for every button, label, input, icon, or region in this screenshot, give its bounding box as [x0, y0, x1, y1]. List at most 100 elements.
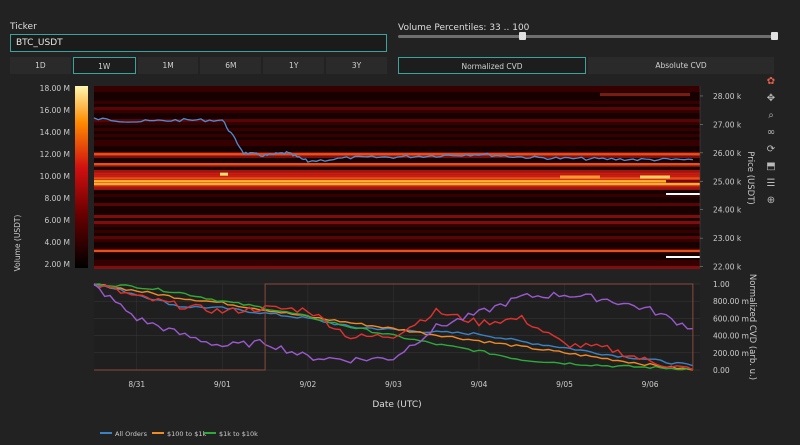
heatmap-row: [94, 242, 700, 245]
heatmap-row: [94, 230, 700, 233]
heatmap-row: [94, 149, 700, 152]
heatmap-row: [94, 89, 700, 92]
heatmap-row: [94, 146, 700, 149]
heatmap-row: [94, 110, 700, 113]
date-tick-label: 9/06: [642, 380, 659, 389]
date-axis-label: Date (UTC): [372, 400, 421, 410]
timeframe-tab-1w[interactable]: 1W: [72, 57, 136, 74]
cvd-axis-label: Normalized CVD (arb. u.): [747, 274, 757, 380]
timeframe-tab-1d[interactable]: 1D: [10, 57, 71, 74]
price-tick-label: 25.00 k: [713, 177, 742, 186]
date-tick-label: 8/31: [128, 380, 145, 389]
colorbar-tick-label: 18.00 M: [40, 84, 70, 93]
timeframe-tab-1y[interactable]: 1Y: [263, 57, 325, 74]
cvd-tick-label: 600.00 m: [713, 314, 749, 323]
price-axis-ticks: 28.00 k 27.00 k 26.00 k 25.00 k 24.00 k 23.00…: [700, 92, 742, 272]
heatmap-row: [94, 167, 700, 170]
heatmap-hotspot: [220, 172, 228, 176]
heatmap-level: [94, 180, 666, 183]
heatmap-row: [94, 218, 700, 221]
heatmap-hotspot: [600, 93, 690, 97]
legend-entry[interactable]: All Orders: [115, 430, 148, 438]
heatmap-row: [94, 239, 700, 242]
heatmap-row: [94, 143, 700, 146]
chart-figure: 18.00 M 16.00 M 14.00 M 12.00 M 10.00 M 8.00 …: [13, 84, 757, 438]
heatmap-row: [94, 227, 700, 230]
cvd-mode-tabs: Normalized CVD Absolute CVD: [398, 57, 774, 74]
volume-slider-high-handle[interactable]: [771, 32, 778, 40]
heatmap-level: [94, 182, 700, 186]
timeframe-tab-1m[interactable]: 1M: [137, 57, 199, 74]
date-tick-label: 9/03: [385, 380, 402, 389]
volume-slider-track[interactable]: [398, 35, 778, 38]
heatmap-row: [94, 266, 700, 269]
heatmap-row: [94, 187, 700, 190]
marker-white-lower: [666, 256, 700, 258]
price-tick-label: 23.00 k: [713, 234, 742, 243]
heatmap-row: [94, 174, 700, 178]
timeframe-tab-6m[interactable]: 6M: [200, 57, 262, 74]
heatmap-row: [94, 140, 700, 143]
heatmap-row: [94, 172, 700, 175]
colorbar-tick-label: 4.00 M: [44, 238, 70, 247]
colorbar-tick-label: 2.00 M: [44, 260, 70, 269]
heatmap-row: [94, 86, 700, 89]
heatmap-row: [94, 254, 700, 257]
timeframe-tab-3y[interactable]: 3Y: [326, 57, 387, 74]
heatmap-row: [94, 113, 700, 116]
heatmap-level: [94, 153, 700, 156]
heatmap-row: [94, 200, 700, 203]
heatmap-row: [94, 221, 700, 224]
cvd-tick-label: 0.00: [713, 366, 730, 375]
date-tick-label: 9/05: [556, 380, 573, 389]
price-tick-label: 27.00 k: [713, 120, 742, 129]
heatmap-row: [94, 197, 700, 200]
heatmap-row: [94, 125, 700, 128]
price-axis-label: Price (USDT): [745, 151, 755, 204]
price-tick-label: 24.00 k: [713, 206, 742, 215]
heatmap-row: [94, 122, 700, 125]
date-tick-label: 9/01: [214, 380, 231, 389]
cvd-axis-ticks: 0.00 200.00 m 400.00 m 600.00 m 800.00 m 1.00: [713, 280, 749, 375]
heatmap-row: [94, 215, 700, 218]
heatmap-hotspot: [640, 175, 670, 179]
colorbar-tick-label: 8.00 M: [44, 194, 70, 203]
colorbar: [75, 86, 88, 268]
cvd-tick-label: 200.00 m: [713, 349, 749, 358]
heatmap-row: [94, 203, 700, 206]
volume-percentiles-label: Volume Percentiles: 33 .. 100: [398, 23, 530, 33]
heatmap-row: [94, 128, 700, 131]
heatmap-row: [94, 209, 700, 212]
heatmap-row: [94, 236, 700, 239]
legend: All Orders $100 to $1k $1k to $10k: [100, 430, 258, 438]
heatmap-row: [94, 104, 700, 107]
cvd-tick-label: 1.00: [713, 280, 730, 289]
date-tick-label: 9/04: [471, 380, 488, 389]
heatmap-row: [94, 233, 700, 236]
ticker-label: Ticker: [10, 22, 37, 32]
heatmap-row: [94, 134, 700, 137]
legend-entry[interactable]: $100 to $1k: [167, 430, 206, 438]
cvd-mode-tab-normalized[interactable]: Normalized CVD: [398, 57, 586, 74]
colorbar-tick-label: 16.00 M: [40, 106, 70, 115]
heatmap-row: [94, 107, 700, 110]
heatmap-row: [94, 131, 700, 134]
legend-entry[interactable]: $1k to $10k: [219, 430, 258, 438]
colorbar-tick-label: 10.00 M: [40, 172, 70, 181]
heatmap-rows: [94, 86, 700, 269]
cvd-tick-label: 800.00 m: [713, 297, 749, 306]
volume-slider-low-handle[interactable]: [519, 32, 526, 40]
heatmap-row: [94, 98, 700, 101]
timeframe-tabs: 1D 1W 1M 6M 1Y 3Y: [10, 57, 387, 74]
cvd-tick-label: 400.00 m: [713, 332, 749, 341]
ticker-input[interactable]: BTC_USDT: [10, 34, 387, 52]
heatmap-level: [94, 249, 700, 253]
price-tick-label: 26.00 k: [713, 149, 742, 158]
heatmap-row: [94, 101, 700, 104]
colorbar-tick-label: 12.00 M: [40, 150, 70, 159]
heatmap-row: [94, 263, 700, 266]
heatmap-row: [94, 206, 700, 209]
cvd-mode-tab-absolute[interactable]: Absolute CVD: [588, 57, 774, 74]
date-tick-label: 9/02: [299, 380, 316, 389]
colorbar-tick-label: 14.00 M: [40, 128, 70, 137]
